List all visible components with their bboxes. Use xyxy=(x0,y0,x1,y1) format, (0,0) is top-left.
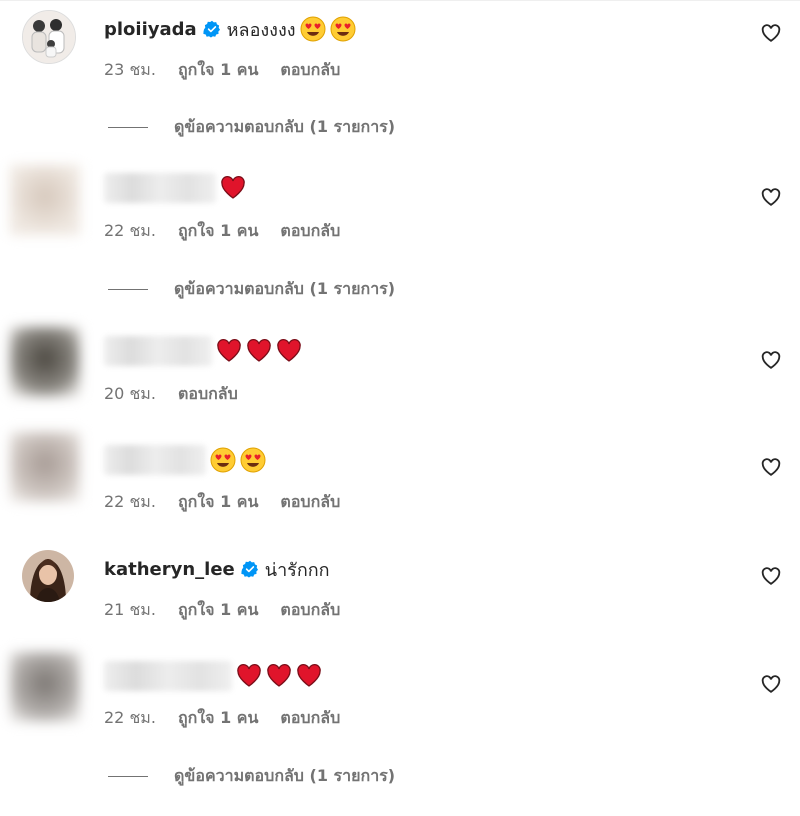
verified-badge-icon xyxy=(241,560,259,578)
view-replies-button[interactable]: ดูข้อความตอบกลับ (1 รายการ) xyxy=(108,115,395,140)
like-heart-outline-icon[interactable] xyxy=(760,186,782,208)
like-heart-outline-icon[interactable] xyxy=(760,22,782,44)
heart-eyes-emoji xyxy=(330,16,356,42)
like-heart-outline-icon[interactable] xyxy=(760,673,782,695)
avatar[interactable] xyxy=(10,327,80,397)
comment-time[interactable]: 22 ชม. xyxy=(104,219,156,244)
hidden-username[interactable] xyxy=(104,173,216,203)
comment-likes[interactable]: ถูกใจ 1 คน xyxy=(178,58,258,83)
view-replies-label: ดูข้อความตอบกลับ (1 รายการ) xyxy=(174,117,396,136)
view-replies-button[interactable]: ดูข้อความตอบกลับ (1 รายการ) xyxy=(108,764,395,789)
hidden-username[interactable] xyxy=(104,661,232,691)
top-divider xyxy=(0,0,800,1)
reply-button[interactable]: ตอบกลับ xyxy=(280,219,340,244)
reply-button[interactable]: ตอบกลับ xyxy=(280,58,340,83)
comment-likes[interactable]: ถูกใจ 1 คน xyxy=(178,219,258,244)
red-heart-emoji xyxy=(297,664,321,687)
comment-username[interactable]: ploiiyada xyxy=(104,19,197,40)
like-heart-outline-icon[interactable] xyxy=(760,456,782,478)
heart-eyes-emoji xyxy=(240,447,266,473)
comment-username[interactable]: katheryn_lee xyxy=(104,559,235,580)
red-heart-emoji xyxy=(221,176,245,199)
hidden-username[interactable] xyxy=(104,336,212,366)
divider-line xyxy=(108,776,148,777)
like-heart-outline-icon[interactable] xyxy=(760,349,782,371)
comment-time[interactable]: 22 ชม. xyxy=(104,490,156,515)
comment-likes[interactable]: ถูกใจ 1 คน xyxy=(178,706,258,731)
view-replies-label: ดูข้อความตอบกลับ (1 รายการ) xyxy=(174,766,396,785)
reply-button[interactable]: ตอบกลับ xyxy=(280,706,340,731)
comment-time[interactable]: 22 ชม. xyxy=(104,706,156,731)
comment-text: น่ารักกก xyxy=(264,559,330,581)
red-heart-emoji xyxy=(277,339,301,362)
red-heart-emoji xyxy=(247,339,271,362)
hidden-username[interactable] xyxy=(104,445,206,475)
comment-time[interactable]: 20 ชม. xyxy=(104,382,156,407)
avatar[interactable] xyxy=(22,550,74,602)
view-replies-button[interactable]: ดูข้อความตอบกลับ (1 รายการ) xyxy=(108,277,395,302)
reply-button[interactable]: ตอบกลับ xyxy=(280,598,340,623)
comment-time[interactable]: 23 ชม. xyxy=(104,58,156,83)
red-heart-emoji xyxy=(217,339,241,362)
comment-likes[interactable]: ถูกใจ 1 คน xyxy=(178,598,258,623)
avatar[interactable] xyxy=(10,165,80,235)
red-heart-emoji xyxy=(237,664,261,687)
avatar[interactable] xyxy=(10,432,80,502)
comment-text: หลองงงง xyxy=(226,19,296,41)
heart-eyes-emoji xyxy=(210,447,236,473)
comment-time[interactable]: 21 ชม. xyxy=(104,598,156,623)
avatar[interactable] xyxy=(10,652,80,722)
avatar[interactable] xyxy=(22,10,76,64)
like-heart-outline-icon[interactable] xyxy=(760,565,782,587)
comment-likes[interactable]: ถูกใจ 1 คน xyxy=(178,490,258,515)
divider-line xyxy=(108,127,148,128)
red-heart-emoji xyxy=(267,664,291,687)
divider-line xyxy=(108,289,148,290)
view-replies-label: ดูข้อความตอบกลับ (1 รายการ) xyxy=(174,279,396,298)
reply-button[interactable]: ตอบกลับ xyxy=(178,382,238,407)
verified-badge-icon xyxy=(203,20,221,38)
heart-eyes-emoji xyxy=(300,16,326,42)
reply-button[interactable]: ตอบกลับ xyxy=(280,490,340,515)
